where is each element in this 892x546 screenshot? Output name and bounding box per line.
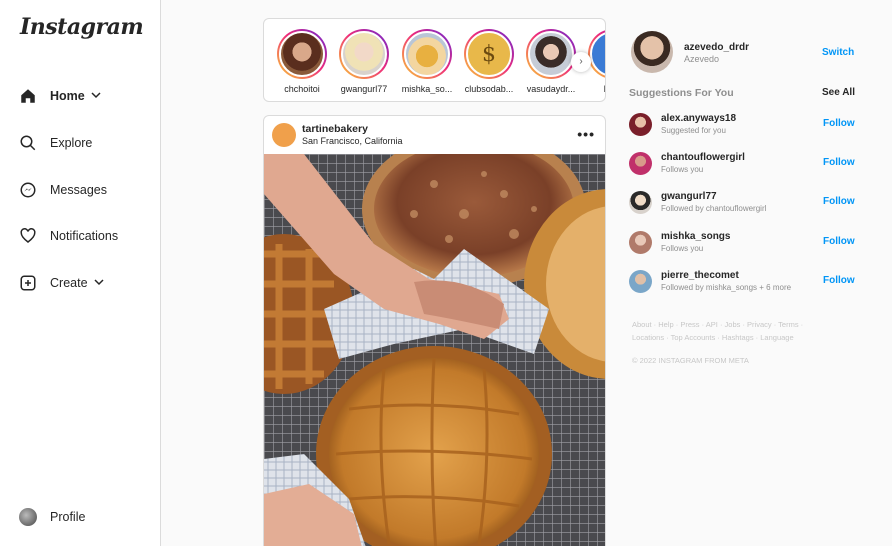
avatar[interactable] [629, 113, 652, 136]
chevron-down-icon [91, 90, 101, 102]
search-icon [18, 133, 38, 153]
sidebar-item-messages[interactable]: Messages [18, 180, 107, 200]
suggestion-username[interactable]: alex.anyways18 [661, 113, 736, 124]
story-username: gwangurl77 [340, 84, 388, 94]
suggestion-subtitle: Followed by mishka_songs + 6 more [661, 283, 792, 292]
follow-button[interactable]: Follow [823, 118, 855, 129]
sidebar-item-label: Home [50, 89, 85, 103]
story-avatar [528, 31, 574, 77]
story-item[interactable]: gwangurl77 [334, 29, 394, 94]
suggestion-subtitle: Follows you [661, 244, 704, 253]
story-item[interactable]: $ clubsodab... [459, 29, 519, 94]
suggestion-subtitle: Followed by chantouflowergirl [661, 204, 767, 213]
suggestion-item: chantouflowergirl Follows you Follow [628, 149, 860, 179]
feed-post: tartinebakery San Francisco, California … [263, 115, 606, 546]
sidebar-item-notifications[interactable]: Notifications [18, 226, 118, 246]
avatar[interactable] [629, 152, 652, 175]
follow-button[interactable]: Follow [823, 236, 855, 247]
post-header: tartinebakery San Francisco, California … [264, 116, 605, 154]
story-avatar [404, 31, 450, 77]
sidebar-item-label: Messages [50, 183, 107, 197]
home-icon [18, 86, 38, 106]
suggestion-username[interactable]: gwangurl77 [661, 191, 717, 202]
follow-button[interactable]: Follow [823, 196, 855, 207]
story-item[interactable]: chchoitoi [272, 29, 332, 94]
suggestion-username[interactable]: chantouflowergirl [661, 152, 745, 163]
sidebar-item-label: Profile [50, 510, 86, 524]
suggestion-item: gwangurl77 Followed by chantouflowergirl… [628, 188, 860, 218]
story-username: vasudaydr... [526, 84, 576, 94]
suggestions-title: Suggestions For You [629, 87, 734, 99]
sidebar-item-label: Create [50, 276, 88, 290]
follow-button[interactable]: Follow [823, 275, 855, 286]
sidebar: Instagram Home Explore Messages Notifica… [0, 0, 161, 546]
story-item[interactable]: mishka_so... [397, 29, 457, 94]
footer-links-line[interactable]: About · Help · Press · API · Jobs · Priv… [632, 318, 832, 331]
avatar[interactable] [272, 123, 296, 147]
post-image[interactable] [264, 154, 605, 546]
switch-account-button[interactable]: Switch [822, 47, 854, 58]
instagram-logo[interactable]: Instagram [20, 14, 144, 40]
avatar[interactable] [631, 31, 673, 73]
sidebar-item-create[interactable]: Create [18, 273, 104, 293]
suggestion-item: mishka_songs Follows you Follow [628, 228, 860, 258]
avatar [19, 508, 37, 526]
suggestion-item: pierre_thecomet Followed by mishka_songs… [628, 267, 860, 297]
messenger-icon [18, 180, 38, 200]
footer-links-line[interactable]: Locations · Top Accounts · Hashtags · La… [632, 331, 832, 344]
sidebar-item-explore[interactable]: Explore [18, 133, 92, 153]
story-avatar [341, 31, 387, 77]
footer-links: About · Help · Press · API · Jobs · Priv… [632, 318, 832, 344]
current-username[interactable]: azevedo_drdr [684, 42, 749, 53]
follow-button[interactable]: Follow [823, 157, 855, 168]
post-username[interactable]: tartinebakery [302, 123, 368, 135]
heart-icon [18, 226, 38, 246]
plus-square-icon [18, 273, 38, 293]
story-username: chchoitoi [284, 84, 320, 94]
suggestion-username[interactable]: mishka_songs [661, 231, 730, 242]
sidebar-item-home[interactable]: Home [18, 86, 101, 106]
stories-tray: chchoitoi gwangurl77 mishka_so... $ club… [263, 18, 606, 102]
story-avatar: $ [466, 31, 512, 77]
suggestion-username[interactable]: pierre_thecomet [661, 270, 739, 281]
current-name: Azevedo [684, 54, 720, 64]
post-location[interactable]: San Francisco, California [302, 136, 403, 146]
avatar[interactable] [629, 231, 652, 254]
story-username: mishka_so... [401, 84, 453, 94]
sidebar-item-profile[interactable]: Profile [18, 507, 85, 527]
avatar[interactable] [629, 270, 652, 293]
story-avatar [590, 31, 605, 77]
suggestion-subtitle: Follows you [661, 165, 704, 174]
sidebar-item-label: Explore [50, 136, 93, 150]
suggestion-subtitle: Suggested for you [661, 126, 726, 135]
chevron-right-icon[interactable]: › [571, 52, 591, 72]
suggestion-item: alex.anyways18 Suggested for you Follow [628, 110, 860, 140]
more-options-icon[interactable]: ••• [577, 126, 595, 142]
story-avatar [279, 31, 325, 77]
copyright: © 2022 INSTAGRAM FROM META [632, 356, 749, 365]
story-username: clubsodab... [464, 84, 514, 94]
sidebar-item-label: Notifications [50, 229, 119, 243]
see-all-link[interactable]: See All [822, 87, 855, 98]
chevron-down-icon [94, 277, 104, 289]
story-username: hi_ki [583, 84, 605, 94]
avatar[interactable] [629, 191, 652, 214]
